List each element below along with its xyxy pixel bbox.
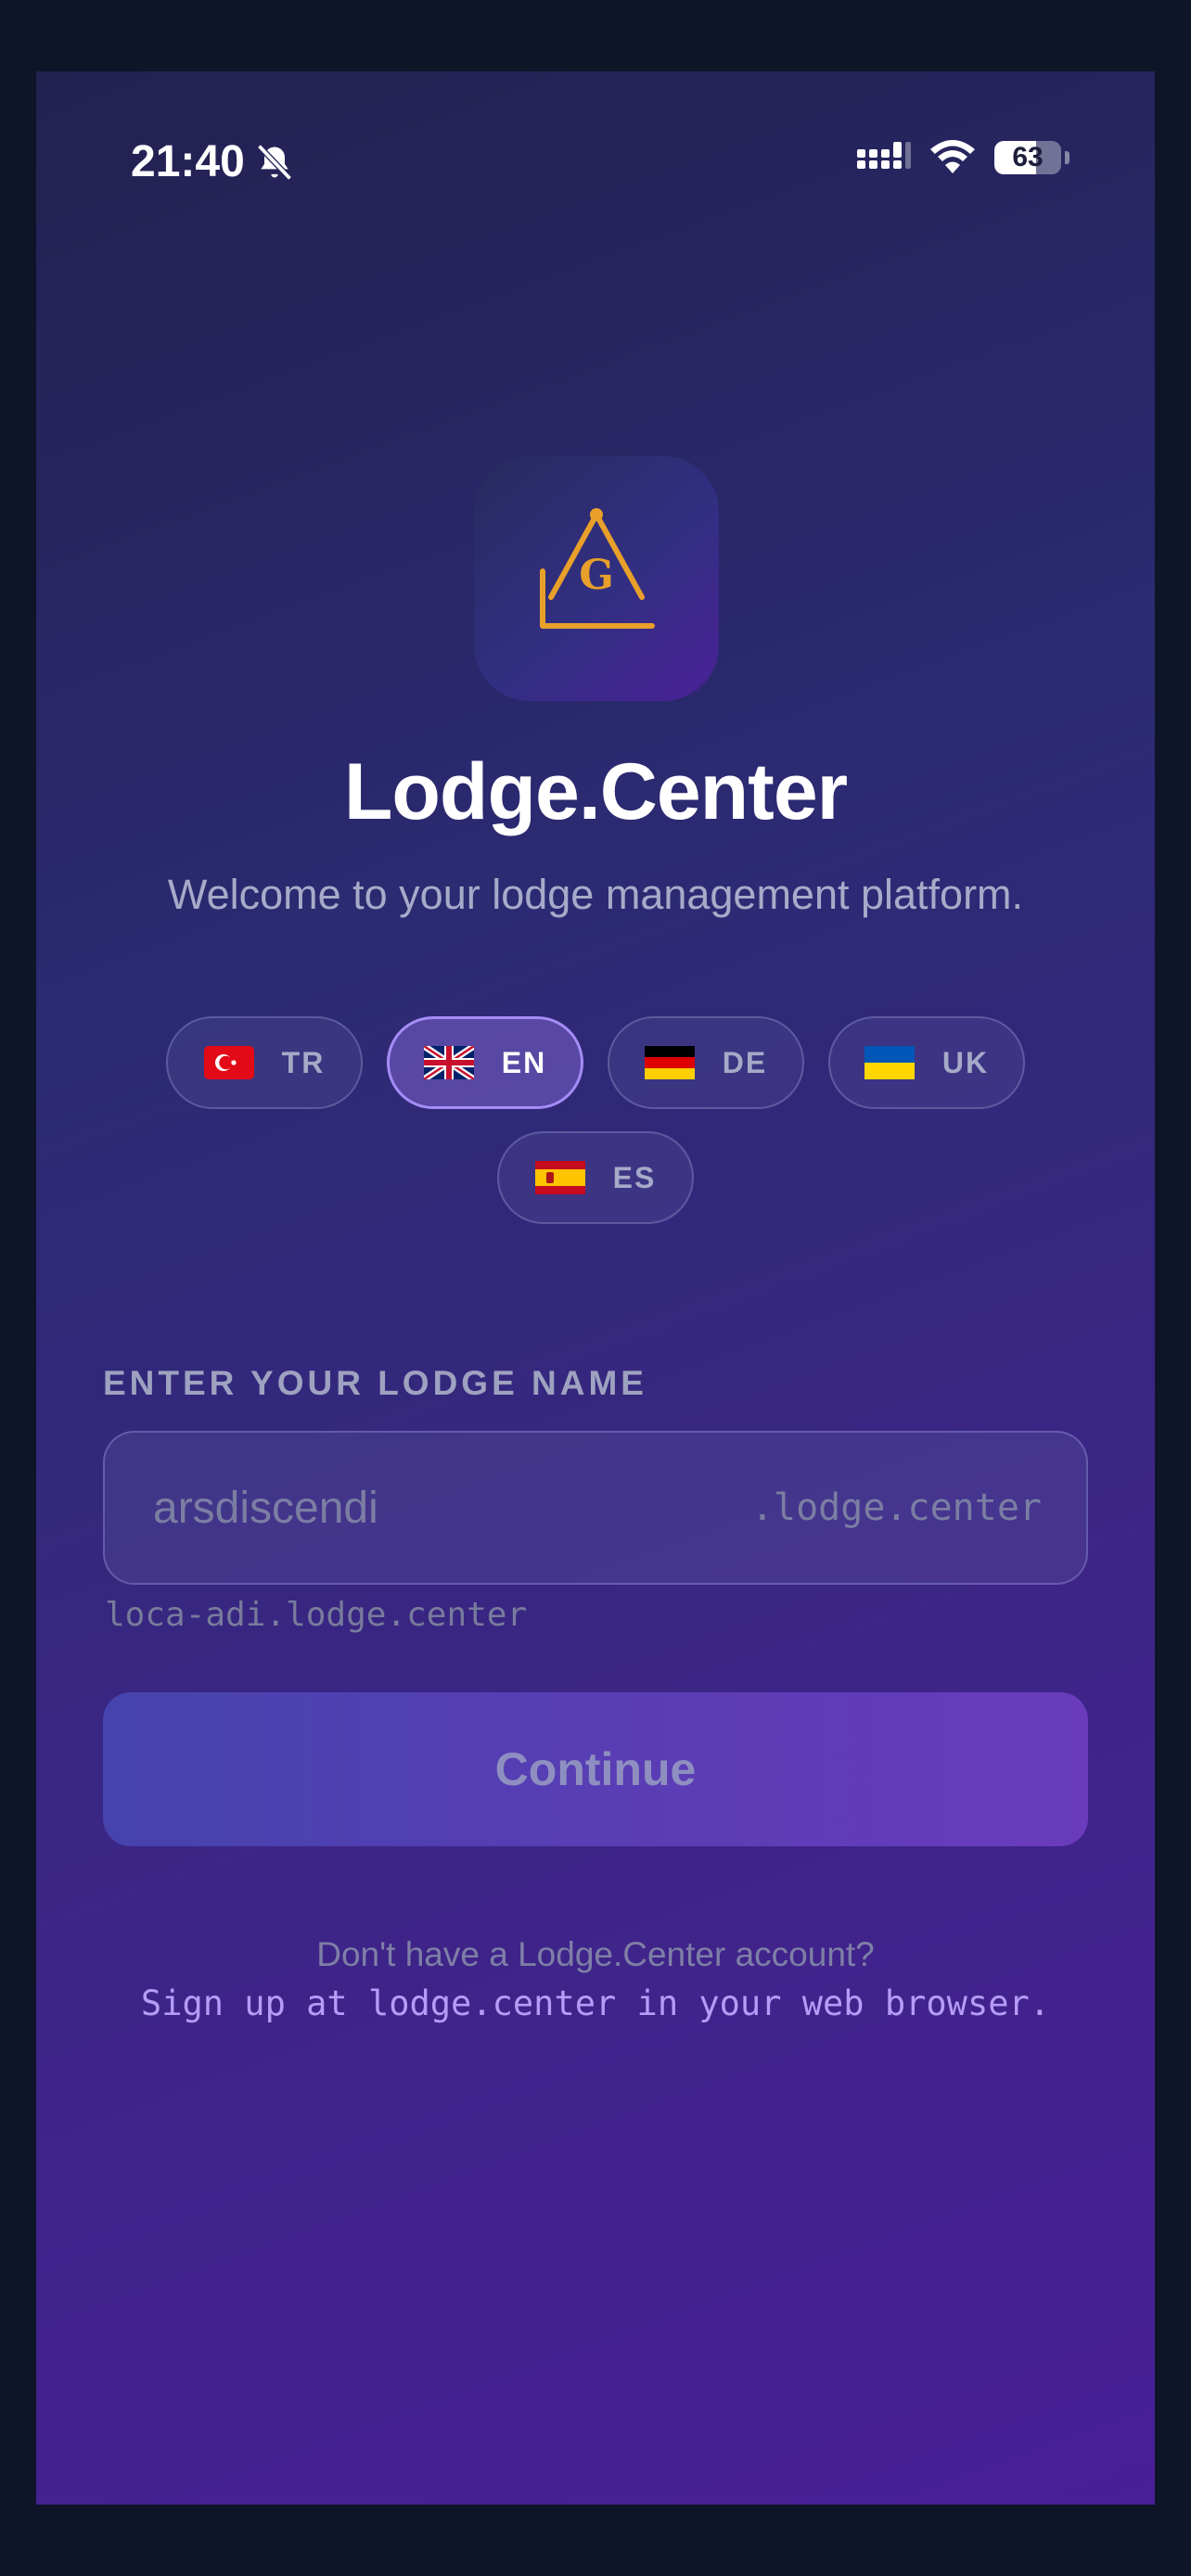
flag-ua-icon: [864, 1046, 915, 1079]
logo-letter: G: [579, 552, 614, 599]
signal-icon: [857, 142, 911, 169]
language-chip-en[interactable]: EN: [387, 1016, 583, 1109]
lodge-name-input[interactable]: [151, 1481, 751, 1535]
status-bar-right: 63: [857, 140, 1069, 175]
flag-de-icon: [644, 1046, 695, 1079]
app-title: Lodge.Center: [343, 747, 848, 836]
flag-es-icon: [534, 1161, 585, 1194]
language-code: DE: [722, 1045, 768, 1079]
battery-icon: 63: [994, 141, 1061, 174]
language-code: EN: [501, 1045, 547, 1079]
status-time: 21:40: [131, 137, 245, 186]
domain-suffix: .lodge.center: [750, 1486, 1042, 1529]
lodge-name-label: ENTER YOUR LODGE NAME: [103, 1364, 647, 1402]
lodge-name-hint: loca-adi.lodge.center: [105, 1596, 528, 1634]
battery-level: 63: [1012, 142, 1044, 172]
signup-link[interactable]: Sign up at lodge.center in your web brow…: [36, 1983, 1155, 2023]
language-selector: TR EN DE UK ES: [129, 1016, 1062, 1224]
flag-tr-icon: [203, 1046, 254, 1079]
bell-slash-icon: [256, 143, 292, 181]
continue-button[interactable]: Continue: [103, 1692, 1088, 1846]
language-code: ES: [612, 1160, 657, 1194]
flag-gb-icon: [423, 1046, 474, 1079]
language-chip-uk[interactable]: UK: [828, 1016, 1025, 1109]
language-chip-tr[interactable]: TR: [166, 1016, 363, 1109]
language-chip-es[interactable]: ES: [497, 1131, 694, 1224]
app-subtitle: Welcome to your lodge management platfor…: [167, 871, 1024, 918]
lodge-name-field[interactable]: .lodge.center: [103, 1431, 1088, 1585]
language-code: UK: [941, 1045, 990, 1079]
language-chip-de[interactable]: DE: [608, 1016, 804, 1109]
app-logo: G: [474, 456, 719, 701]
language-code: TR: [281, 1045, 326, 1079]
wifi-icon: [930, 140, 975, 173]
app-screen: 21:40 63 G Lodge.Center Welcome to your …: [36, 71, 1155, 2505]
compass-logo-icon: G: [540, 508, 655, 629]
signup-question: Don't have a Lodge.Center account?: [316, 1935, 875, 1973]
status-bar-left: 21:40: [131, 136, 295, 187]
battery-nub: [1065, 151, 1069, 164]
